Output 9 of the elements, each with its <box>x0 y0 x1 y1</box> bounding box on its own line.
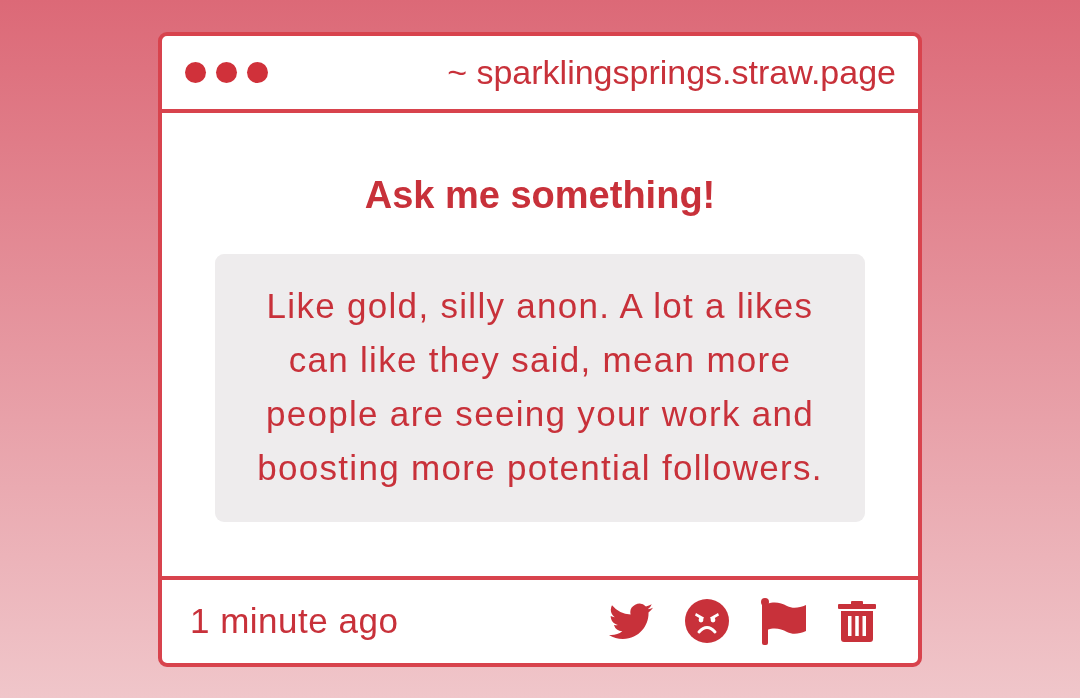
angry-face-icon[interactable] <box>685 599 729 644</box>
answer-text: Like gold, silly anon. A lot a likes can like they said, mean more people are seeing your work and boosting more potential followers. <box>215 254 865 523</box>
timestamp-text: 1 minute ago <box>190 600 399 643</box>
window-dots-icon <box>185 61 268 83</box>
page-heading: Ask me something! <box>364 172 716 218</box>
flag-icon[interactable] <box>761 597 806 645</box>
bird-icon[interactable] <box>609 603 653 640</box>
trash-icon[interactable] <box>838 600 876 642</box>
address-text: ~ sparklingsprings.straw.page <box>447 51 896 93</box>
